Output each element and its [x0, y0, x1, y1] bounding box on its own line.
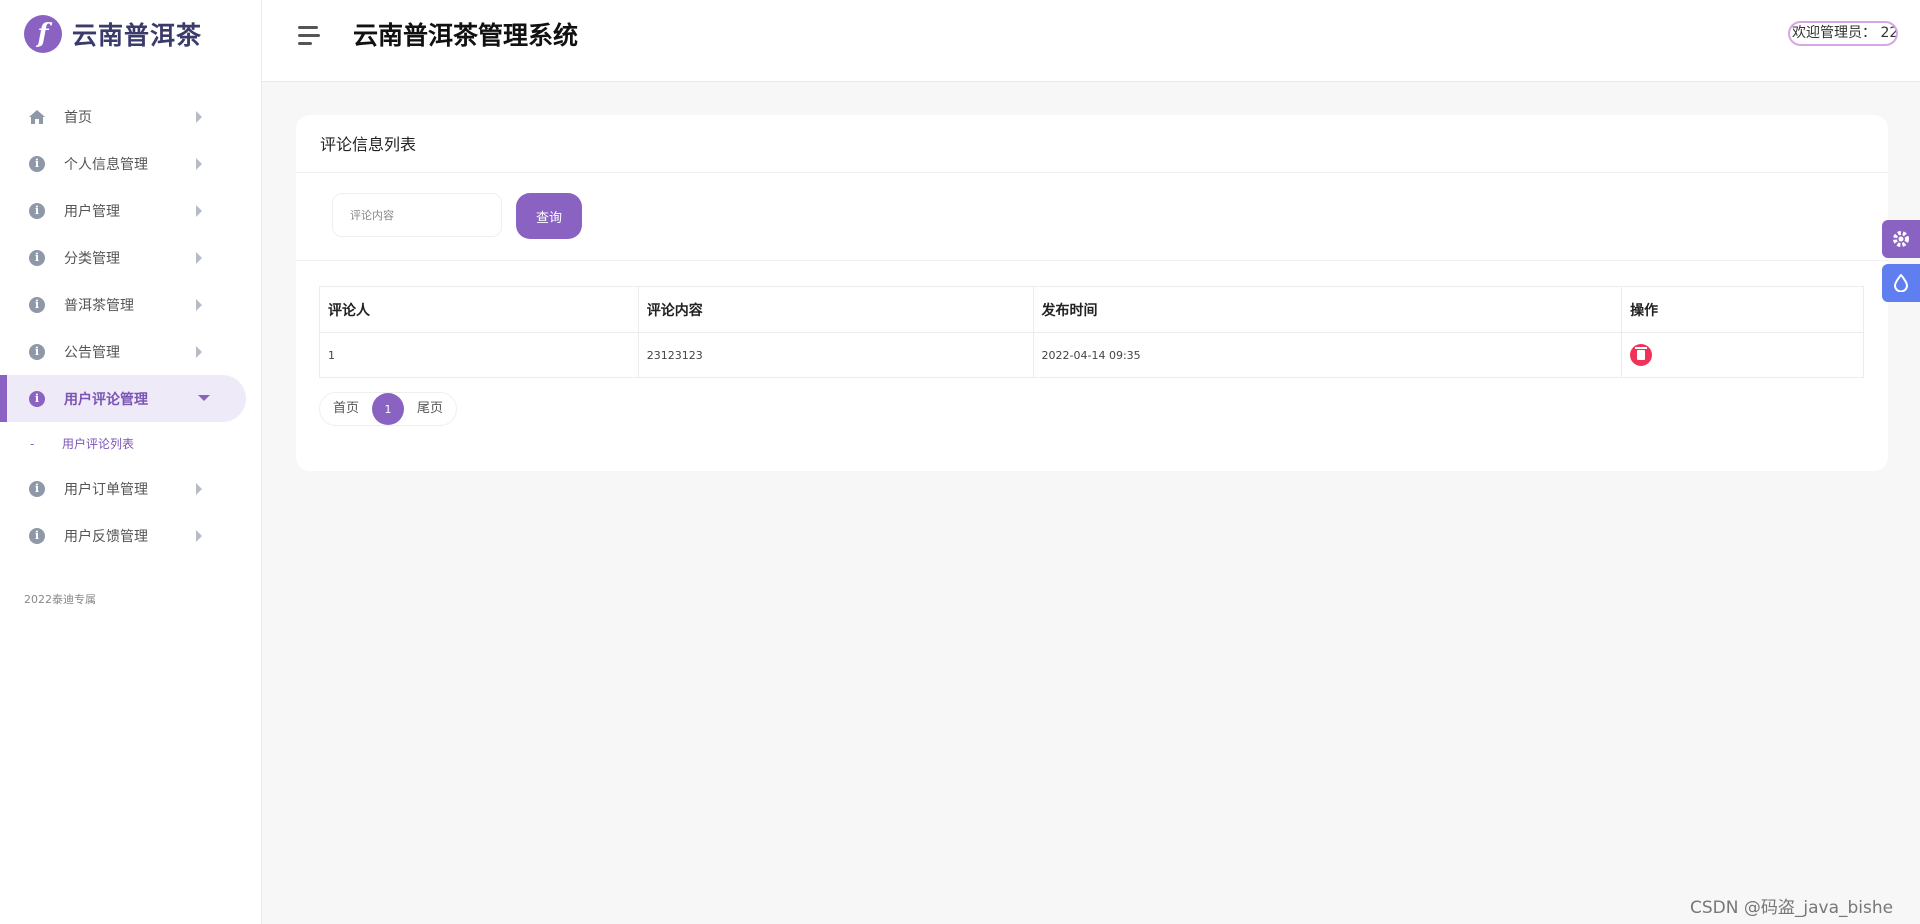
pagination-first[interactable]: 首页 — [320, 393, 372, 425]
logo[interactable]: f 云南普洱茶 — [0, 0, 261, 68]
logo-icon: f — [24, 15, 62, 53]
submenu-dash: - — [30, 436, 35, 451]
logo-text: 云南普洱茶 — [72, 21, 203, 50]
info-icon: i — [29, 296, 45, 313]
sidebar-item-label: 首页 — [64, 109, 92, 126]
sidebar-item-feedback[interactable]: i 用户反馈管理 — [0, 512, 261, 559]
sidebar-item-label: 公告管理 — [64, 344, 120, 361]
caret-right-icon — [196, 252, 202, 264]
sidebar-item-label: 用户管理 — [64, 203, 120, 220]
info-icon: i — [29, 249, 45, 266]
sidebar-item-profile[interactable]: i 个人信息管理 — [0, 140, 261, 187]
sidebar-item-label: 分类管理 — [64, 250, 120, 267]
sidebar-item-notices[interactable]: i 公告管理 — [0, 328, 261, 375]
caret-right-icon — [196, 483, 202, 495]
table-header-row: 评论人 评论内容 发布时间 操作 — [319, 286, 1864, 333]
sidebar-item-home[interactable]: 首页 — [0, 93, 261, 140]
welcome-badge[interactable]: 欢迎管理员： 22 — [1788, 21, 1898, 46]
info-icon: i — [29, 480, 45, 497]
cell-commenter: 1 — [319, 332, 639, 378]
sidebar-item-label: 个人信息管理 — [64, 156, 148, 173]
caret-right-icon — [196, 205, 202, 217]
comment-list-card: 评论信息列表 查询 评论人 评论内容 发布时间 操作 1 23123123 20… — [296, 115, 1888, 471]
menu-toggle-icon[interactable] — [298, 26, 322, 46]
search-bar: 查询 — [296, 173, 1888, 261]
info-icon: i — [29, 202, 45, 219]
caret-right-icon — [196, 158, 202, 170]
cell-content: 23123123 — [638, 332, 1034, 378]
info-icon: i — [29, 390, 45, 407]
caret-right-icon — [196, 299, 202, 311]
info-icon: i — [29, 527, 45, 544]
column-header: 评论人 — [319, 286, 639, 333]
sidebar: f 云南普洱茶 首页 i 个人信息管理 i 用户管理 i 分类管理 i 普洱茶管… — [0, 0, 262, 924]
drop-icon — [1893, 274, 1909, 292]
search-input[interactable] — [332, 193, 502, 237]
sidebar-item-users[interactable]: i 用户管理 — [0, 187, 261, 234]
sidebar-item-label: 用户反馈管理 — [64, 528, 148, 545]
sidebar-item-label: 用户评论管理 — [64, 391, 148, 408]
theme-button[interactable] — [1882, 264, 1920, 302]
caret-right-icon — [196, 346, 202, 358]
home-icon — [28, 108, 46, 126]
gear-icon — [1893, 231, 1909, 247]
page-title: 云南普洱茶管理系统 — [353, 21, 579, 50]
sidebar-item-categories[interactable]: i 分类管理 — [0, 234, 261, 281]
sidebar-item-label: 用户订单管理 — [64, 481, 148, 498]
column-header: 发布时间 — [1033, 286, 1623, 333]
sidebar-item-label: 普洱茶管理 — [64, 297, 134, 314]
pagination: 首页 1 尾页 — [319, 392, 458, 426]
sidebar-item-tea[interactable]: i 普洱茶管理 — [0, 281, 261, 328]
search-button[interactable]: 查询 — [516, 193, 582, 239]
delete-button[interactable] — [1630, 344, 1653, 366]
submenu-item-comment-list[interactable]: - 用户评论列表 — [0, 422, 261, 465]
column-header: 评论内容 — [638, 286, 1034, 333]
sidebar-item-comments[interactable]: i 用户评论管理 — [0, 375, 246, 422]
info-icon: i — [29, 343, 45, 360]
watermark-text: CSDN @码盗_java_bishe — [1690, 898, 1894, 918]
top-header: 云南普洱茶管理系统 欢迎管理员： 22 — [262, 0, 1920, 82]
info-icon: i — [29, 155, 45, 172]
caret-right-icon — [196, 530, 202, 542]
copyright-text: 2022泰迪专属 — [24, 593, 96, 606]
pagination-current-page[interactable]: 1 — [372, 393, 405, 425]
cell-time: 2022-04-14 09:35 — [1033, 332, 1623, 378]
sidebar-menu: 首页 i 个人信息管理 i 用户管理 i 分类管理 i 普洱茶管理 i 公告管理 — [0, 93, 261, 559]
caret-down-icon — [198, 395, 210, 401]
settings-button[interactable] — [1882, 220, 1920, 258]
cell-actions — [1621, 332, 1864, 378]
pagination-last[interactable]: 尾页 — [404, 393, 456, 425]
trash-icon — [1635, 347, 1648, 360]
column-header: 操作 — [1621, 286, 1864, 333]
sidebar-item-orders[interactable]: i 用户订单管理 — [0, 465, 261, 512]
caret-right-icon — [196, 111, 202, 123]
table-row: 1 23123123 2022-04-14 09:35 — [319, 332, 1864, 378]
submenu-item-label: 用户评论列表 — [62, 437, 135, 451]
comment-table: 评论人 评论内容 发布时间 操作 1 23123123 2022-04-14 0… — [319, 286, 1864, 378]
card-title: 评论信息列表 — [296, 115, 1888, 173]
